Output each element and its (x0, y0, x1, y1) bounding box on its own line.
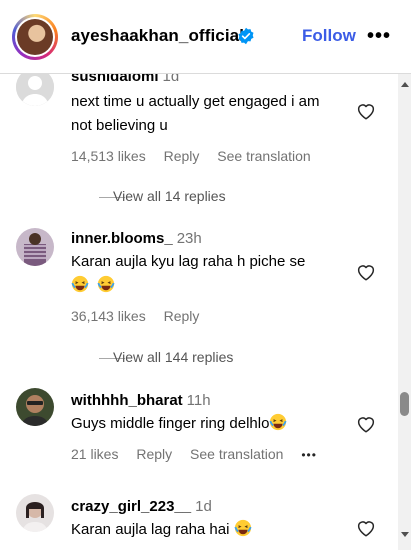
laughing-emoji-icon (269, 413, 287, 431)
default-avatar-icon (16, 74, 54, 106)
reply-button[interactable]: Reply (164, 148, 200, 164)
comment-time: 1d (162, 74, 180, 85)
comment-text: next time u actually get engaged i am no… (71, 93, 320, 134)
laughing-emoji-icon (71, 275, 89, 293)
comment-username[interactable]: crazy_girl_223__ (71, 498, 191, 515)
scrollbar-thumb[interactable] (400, 392, 409, 416)
comment-text: Karan aujla lag raha hai (71, 521, 230, 538)
avatar[interactable] (16, 228, 54, 266)
user-photo-icon (16, 228, 54, 266)
view-replies-button[interactable]: View all 14 replies (113, 188, 226, 204)
comment-username[interactable]: inner.blooms_ (71, 230, 173, 247)
comment-time: 23h (176, 230, 202, 247)
reply-button[interactable]: Reply (136, 446, 172, 462)
likes-count[interactable]: 21 likes (71, 446, 118, 462)
laughing-emoji-icon (234, 519, 252, 537)
avatar[interactable] (16, 74, 54, 106)
likes-count[interactable]: 14,513 likes (71, 148, 146, 164)
user-photo-icon (16, 388, 54, 426)
see-translation-link[interactable]: See translation (217, 148, 310, 164)
like-heart-icon[interactable] (356, 263, 376, 281)
like-heart-icon[interactable] (356, 519, 376, 537)
verified-badge-icon (238, 27, 254, 45)
comment-time: 11h (186, 392, 211, 409)
avatar[interactable] (16, 388, 54, 426)
comment-text: Karan aujla kyu lag raha h piche se (71, 253, 306, 270)
comment-username[interactable]: withhhh_bharat (71, 392, 183, 409)
comment-time: 1d (195, 498, 212, 515)
like-heart-icon[interactable] (356, 102, 376, 120)
follow-button[interactable]: Follow (302, 26, 356, 46)
comment-more-icon[interactable]: ••• (301, 448, 317, 462)
likes-count[interactable]: 36,143 likes (71, 308, 146, 324)
see-translation-link[interactable]: See translation (190, 446, 283, 462)
header-username[interactable]: ayeshaakhan_official (71, 26, 244, 46)
scroll-up-arrow-icon[interactable] (401, 82, 409, 87)
post-header: ayeshaakhan_official Follow ••• (0, 0, 411, 74)
avatar[interactable] (16, 494, 54, 532)
like-heart-icon[interactable] (356, 415, 376, 433)
comment-username[interactable]: sushidalomi (71, 74, 159, 85)
scroll-down-arrow-icon[interactable] (401, 532, 409, 537)
more-horizontal-icon[interactable]: ••• (367, 25, 391, 48)
scrollbar[interactable] (398, 74, 411, 550)
comment-text: Guys middle finger ring delhlo (71, 415, 270, 432)
comments-list[interactable]: sushidalomi 1d next time u actually get e… (0, 74, 411, 550)
laughing-emoji-icon (97, 275, 115, 293)
user-photo-icon (16, 494, 54, 532)
profile-avatar[interactable] (12, 14, 58, 60)
reply-button[interactable]: Reply (164, 308, 200, 324)
view-replies-button[interactable]: View all 144 replies (113, 349, 233, 365)
